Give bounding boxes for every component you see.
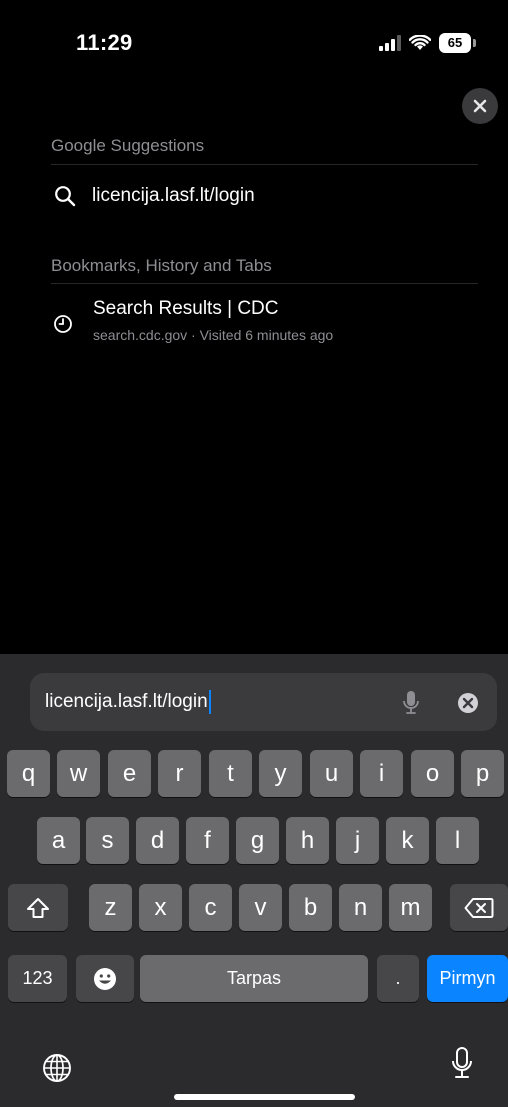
history-item-subtitle: search.cdc.gov · Visited 6 minutes ago [93, 327, 334, 343]
key-w[interactable]: w [57, 750, 100, 797]
google-suggestion-text: licencija.lasf.lt/login [92, 185, 255, 206]
key-i[interactable]: i [360, 750, 403, 797]
status-time: 11:29 [76, 30, 133, 55]
google-suggestions-header: Google Suggestions [51, 136, 205, 155]
key-q[interactable]: q [7, 750, 50, 797]
key-f[interactable]: f [186, 817, 229, 864]
key-b[interactable]: b [289, 884, 332, 931]
key-u[interactable]: u [310, 750, 353, 797]
key-h[interactable]: h [286, 817, 329, 864]
key-m[interactable]: m [389, 884, 432, 931]
address-input[interactable]: licencija.lasf.lt/login [45, 690, 211, 714]
search-icon [55, 186, 76, 207]
key-k[interactable]: k [386, 817, 429, 864]
google-suggestion-item[interactable]: licencija.lasf.lt/login [51, 178, 478, 214]
history-item[interactable]: Search Results | CDC search.cdc.gov · Vi… [51, 296, 478, 350]
period-key[interactable]: . [377, 955, 419, 1002]
key-a[interactable]: a [37, 817, 80, 864]
text-caret [208, 690, 211, 714]
divider [51, 164, 478, 165]
numbers-key[interactable]: 123 [8, 955, 67, 1002]
dictation-mic-icon[interactable] [402, 690, 420, 716]
backspace-icon [464, 897, 494, 918]
key-j[interactable]: j [336, 817, 379, 864]
shift-key[interactable] [8, 884, 68, 931]
wifi-icon [409, 35, 431, 50]
key-v[interactable]: v [239, 884, 282, 931]
key-t[interactable]: t [209, 750, 252, 797]
emoji-icon [94, 967, 116, 990]
key-c[interactable]: c [189, 884, 232, 931]
key-s[interactable]: s [86, 817, 129, 864]
key-x[interactable]: x [139, 884, 182, 931]
key-l[interactable]: l [436, 817, 479, 864]
signal-icon [379, 35, 401, 51]
key-p[interactable]: p [461, 750, 504, 797]
key-n[interactable]: n [339, 884, 382, 931]
backspace-key[interactable] [450, 884, 508, 931]
emoji-key[interactable] [76, 955, 134, 1002]
key-r[interactable]: r [158, 750, 201, 797]
key-g[interactable]: g [236, 817, 279, 864]
space-key[interactable]: Tarpas [140, 955, 368, 1002]
shift-icon [27, 897, 49, 918]
divider [51, 283, 478, 284]
home-indicator [174, 1094, 355, 1100]
globe-icon[interactable] [42, 1053, 72, 1083]
history-header: Bookmarks, History and Tabs [51, 256, 272, 275]
battery-tip [473, 39, 476, 47]
address-input-text: licencija.lasf.lt/login [45, 691, 208, 712]
clear-text-icon[interactable] [457, 692, 479, 714]
history-item-title: Search Results | CDC [93, 298, 279, 319]
close-icon [473, 99, 487, 113]
close-button[interactable] [462, 88, 498, 124]
key-z[interactable]: z [89, 884, 132, 931]
key-d[interactable]: d [136, 817, 179, 864]
status-icons: 65 [379, 32, 476, 54]
key-y[interactable]: y [259, 750, 302, 797]
battery-indicator: 65 [439, 33, 471, 53]
go-key[interactable]: Pirmyn [427, 955, 508, 1002]
clock-icon [54, 315, 72, 333]
key-e[interactable]: e [108, 750, 151, 797]
key-o[interactable]: o [411, 750, 454, 797]
microphone-icon[interactable] [451, 1046, 473, 1080]
